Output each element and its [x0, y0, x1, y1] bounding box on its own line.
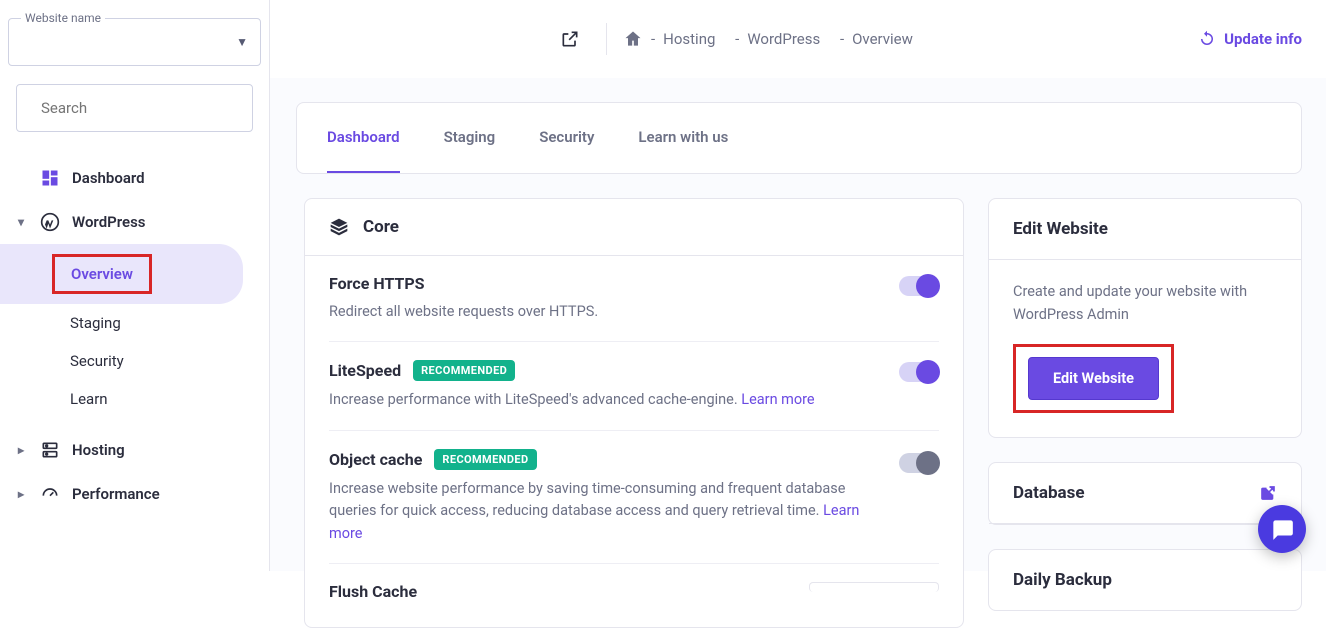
objcache-toggle[interactable]: [899, 453, 939, 473]
crumb-sep: -: [840, 30, 844, 48]
tab-dashboard[interactable]: Dashboard: [327, 103, 400, 173]
https-title: Force HTTPS: [329, 274, 425, 293]
refresh-icon: [1198, 30, 1216, 48]
core-panel: Core Force HTTPS Redirect all website re…: [304, 198, 964, 628]
chat-icon: [1269, 516, 1295, 542]
search-box[interactable]: [16, 84, 253, 132]
row-object-cache: Object cache RECOMMENDED Increase websit…: [329, 431, 939, 564]
chevron-down-icon: ▾: [18, 215, 24, 229]
nav-dashboard-label: Dashboard: [72, 169, 145, 187]
flush-button-partial[interactable]: [809, 582, 939, 592]
row-flush-cache: Flush Cache: [329, 564, 939, 627]
nav-wp-overview-label: Overview: [52, 254, 152, 294]
litespeed-toggle[interactable]: [899, 362, 939, 382]
core-title: Core: [363, 217, 399, 237]
nav: Dashboard ▾ WordPress Overview Staging S…: [0, 156, 269, 516]
tab-dashboard-label: Dashboard: [327, 128, 400, 146]
edit-website-button[interactable]: Edit Website: [1028, 357, 1159, 400]
nav-wp-staging-label: Staging: [70, 314, 121, 332]
nav-wp-overview[interactable]: Overview: [0, 244, 243, 304]
chevron-right-icon: ▸: [18, 487, 24, 501]
row-force-https: Force HTTPS Redirect all website request…: [329, 256, 939, 342]
sidebar: Website name ▼ Dashboard ▾ WordPress Ove…: [0, 0, 270, 571]
tab-staging-label: Staging: [444, 128, 496, 146]
tab-security-label: Security: [539, 128, 594, 146]
content: Dashboard Staging Security Learn with us…: [270, 78, 1326, 628]
website-name-select[interactable]: Website name ▼: [8, 18, 261, 66]
litespeed-desc: Increase performance with LiteSpeed's ad…: [329, 391, 741, 408]
crumb-sep: -: [735, 30, 739, 48]
nav-wp-security[interactable]: Security: [0, 342, 269, 380]
crumb-hosting[interactable]: Hosting: [663, 30, 715, 48]
daily-backup-card[interactable]: Daily Backup: [988, 549, 1302, 611]
tab-staging[interactable]: Staging: [444, 103, 496, 173]
nav-wp-learn[interactable]: Learn: [0, 380, 269, 418]
daily-backup-title: Daily Backup: [989, 550, 1301, 610]
nav-wp-security-label: Security: [70, 352, 124, 370]
edit-website-highlight: Edit Website: [1013, 344, 1174, 413]
crumb-wordpress[interactable]: WordPress: [747, 30, 820, 48]
recommended-badge: RECOMMENDED: [413, 360, 515, 381]
search-input[interactable]: [41, 99, 240, 117]
nav-performance-label: Performance: [72, 485, 160, 503]
performance-icon: [40, 484, 60, 504]
https-desc: Redirect all website requests over HTTPS…: [329, 301, 879, 323]
left-column: Dashboard Staging Security Learn with us…: [304, 102, 1302, 628]
update-info-label: Update info: [1224, 30, 1302, 48]
nav-wp-learn-label: Learn: [70, 390, 108, 408]
edit-website-title: Edit Website: [989, 199, 1301, 260]
litespeed-learn-link[interactable]: Learn more: [741, 391, 814, 408]
recommended-badge: RECOMMENDED: [434, 449, 536, 470]
right-column: Edit Website Create and update your webs…: [988, 198, 1302, 628]
update-info-button[interactable]: Update info: [1198, 30, 1302, 48]
flush-title: Flush Cache: [329, 582, 417, 601]
topbar: - Hosting - WordPress - Overview Update …: [270, 0, 1326, 78]
objcache-desc: Increase website performance by saving t…: [329, 480, 845, 519]
tab-learn-label: Learn with us: [638, 128, 728, 146]
website-name-label: Website name: [21, 11, 105, 25]
nav-performance[interactable]: ▸ Performance: [0, 472, 269, 516]
crumb-overview: Overview: [852, 30, 913, 48]
nav-wordpress[interactable]: ▾ WordPress: [0, 200, 269, 244]
row-litespeed: LiteSpeed RECOMMENDED Increase performan…: [329, 342, 939, 430]
hosting-icon: [40, 440, 60, 460]
layers-icon: [329, 217, 349, 237]
tab-learn[interactable]: Learn with us: [638, 103, 728, 173]
external-link-icon[interactable]: [1259, 484, 1277, 502]
core-panel-header: Core: [305, 199, 963, 256]
divider: [606, 23, 607, 55]
tabs: Dashboard Staging Security Learn with us: [296, 102, 1302, 174]
external-link-icon[interactable]: [550, 19, 590, 59]
tab-security[interactable]: Security: [539, 103, 594, 173]
nav-hosting[interactable]: ▸ Hosting: [0, 428, 269, 472]
crumb-sep: -: [651, 30, 655, 48]
https-toggle[interactable]: [899, 276, 939, 296]
nav-hosting-label: Hosting: [72, 441, 125, 459]
nav-wordpress-label: WordPress: [72, 213, 146, 231]
nav-wp-staging[interactable]: Staging: [0, 304, 269, 342]
objcache-title: Object cache: [329, 450, 422, 469]
wordpress-icon: [40, 212, 60, 232]
caret-down-icon: ▼: [236, 35, 248, 49]
home-icon[interactable]: [623, 29, 643, 49]
chat-launcher[interactable]: [1258, 505, 1306, 553]
database-title: Database: [989, 463, 1301, 524]
breadcrumb: - Hosting - WordPress - Overview: [623, 29, 913, 49]
edit-website-card: Edit Website Create and update your webs…: [988, 198, 1302, 438]
chevron-right-icon: ▸: [18, 443, 24, 457]
nav-dashboard[interactable]: Dashboard: [0, 156, 269, 200]
edit-website-desc: Create and update your website with Word…: [1013, 280, 1277, 326]
litespeed-title: LiteSpeed: [329, 361, 401, 380]
dashboard-icon: [40, 168, 60, 188]
database-card[interactable]: Database: [988, 462, 1302, 525]
main: - Hosting - WordPress - Overview Update …: [270, 0, 1326, 571]
